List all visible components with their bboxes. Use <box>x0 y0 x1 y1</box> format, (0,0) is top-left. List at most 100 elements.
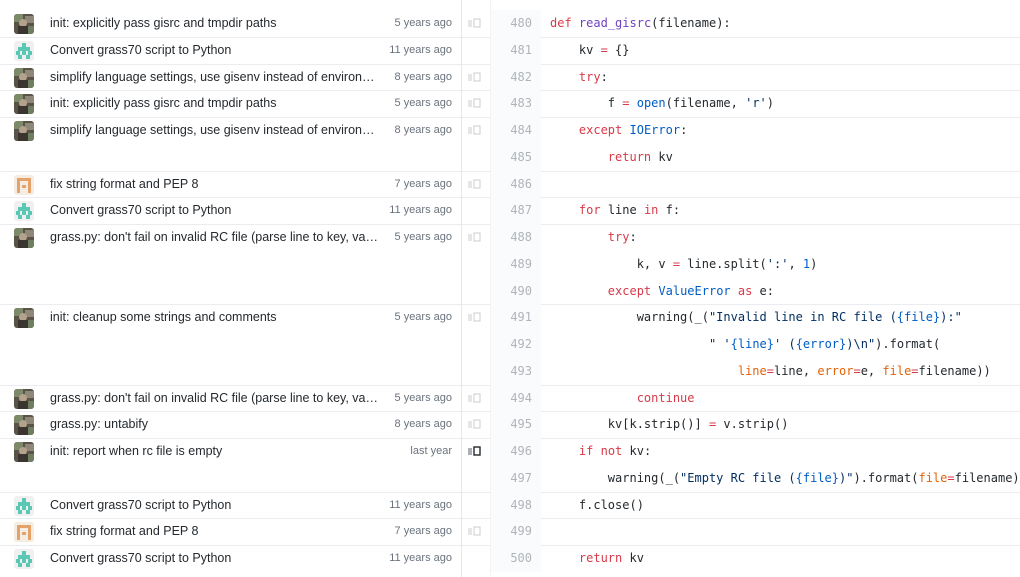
teal-identicon-icon[interactable] <box>14 495 34 516</box>
photo-avatar-icon[interactable] <box>14 14 34 34</box>
line-number[interactable]: 486 <box>491 170 541 198</box>
code-token: "Empty RC file ( <box>680 470 796 485</box>
code-token: = <box>853 363 861 378</box>
photo-avatar-icon[interactable] <box>14 415 34 436</box>
commit-message-link[interactable]: simplify language settings, use gisenv i… <box>50 64 380 91</box>
line-number[interactable]: 495 <box>491 411 541 439</box>
code-token: {file} <box>896 310 941 325</box>
line-number[interactable]: 499 <box>491 518 541 546</box>
line-number[interactable]: 484 <box>491 117 541 144</box>
blame-commit: Convert grass70 script to Python 11 years… <box>0 492 461 519</box>
code-token: line <box>600 203 644 218</box>
commit-message-link[interactable]: Convert grass70 script to Python <box>50 545 380 572</box>
commit-age: 11 years ago <box>389 498 452 511</box>
code-token: (filename, <box>665 96 746 111</box>
blame-commit: simplify language settings, use gisenv i… <box>0 64 461 91</box>
reblame-icon[interactable] <box>468 72 486 83</box>
reblame-icon[interactable] <box>468 419 486 430</box>
line-number[interactable]: 490 <box>491 277 541 305</box>
photo-avatar-icon[interactable] <box>14 121 34 141</box>
photo-avatar-icon[interactable] <box>14 67 34 88</box>
line-number[interactable]: 498 <box>491 491 541 519</box>
commit-age: 11 years ago <box>389 43 452 56</box>
teal-identicon-icon[interactable] <box>14 201 34 222</box>
line-number[interactable]: 500 <box>491 545 541 572</box>
line-number[interactable]: 487 <box>491 197 541 225</box>
reblame-icon[interactable] <box>468 312 486 323</box>
commit-message-link[interactable]: grass.py: don't fail on invalid RC file … <box>50 385 380 412</box>
orange-identicon-icon[interactable] <box>14 174 34 195</box>
code-token: kv <box>622 551 644 565</box>
commit-message-link[interactable]: init: cleanup some strings and comments <box>50 304 380 331</box>
reblame-icon[interactable] <box>468 446 486 457</box>
line-number[interactable]: 494 <box>491 384 541 412</box>
photo-avatar-icon[interactable] <box>14 228 34 248</box>
line-number[interactable]: 483 <box>491 90 541 118</box>
code-line: " '{line}' ({error})\n").format( <box>550 331 940 358</box>
commit-message-link[interactable]: Convert grass70 script to Python <box>50 197 380 224</box>
code-token: kv <box>550 42 601 57</box>
code-token: = <box>600 42 608 57</box>
reblame-icon[interactable] <box>468 526 486 537</box>
teal-identicon-icon[interactable] <box>14 40 34 61</box>
commit-message-link[interactable]: fix string format and PEP 8 <box>50 171 380 198</box>
line-number[interactable]: 489 <box>491 250 541 278</box>
code-line: line=line, error=e, file=filename)) <box>550 358 991 385</box>
line-number[interactable]: 485 <box>491 143 541 171</box>
line-number[interactable]: 481 <box>491 36 541 64</box>
commit-message-link[interactable]: grass.py: don't fail on invalid RC file … <box>50 224 380 251</box>
teal-identicon-icon[interactable] <box>14 549 34 569</box>
commit-message-link[interactable]: init: report when rc file is empty <box>50 438 380 465</box>
line-number[interactable]: 497 <box>491 464 541 492</box>
line-number[interactable]: 491 <box>491 304 541 332</box>
line-number[interactable]: 482 <box>491 63 541 91</box>
line-number[interactable]: 480 <box>491 10 541 37</box>
line-number[interactable]: 488 <box>491 224 541 251</box>
blame-commit: grass.py: untabify 8 years ago <box>0 411 461 438</box>
commit-message-link[interactable]: simplify language settings, use gisenv i… <box>50 117 380 144</box>
photo-avatar-icon[interactable] <box>14 94 34 115</box>
blame-commit: Convert grass70 script to Python 11 years… <box>0 197 461 224</box>
orange-identicon-icon[interactable] <box>14 522 34 543</box>
code-token: ).format( <box>853 470 919 485</box>
code-token: ):" <box>940 310 962 325</box>
code-token: line, <box>773 363 818 378</box>
code-token: if <box>578 444 594 458</box>
photo-avatar-icon[interactable] <box>14 442 34 462</box>
commit-age: 5 years ago <box>394 311 452 324</box>
line-number[interactable]: 496 <box>491 438 541 465</box>
commit-age: 5 years ago <box>394 97 452 110</box>
commit-message-link[interactable]: init: explicitly pass gisrc and tmpdir p… <box>50 10 380 37</box>
commit-age: last year <box>410 445 452 457</box>
line-number[interactable]: 492 <box>491 331 541 358</box>
reblame-icon[interactable] <box>468 18 486 29</box>
commit-message-link[interactable]: Convert grass70 script to Python <box>50 492 380 519</box>
photo-avatar-icon[interactable] <box>14 308 34 329</box>
reblame-icon[interactable] <box>468 98 486 109</box>
commit-message-link[interactable]: init: explicitly pass gisrc and tmpdir p… <box>50 90 380 117</box>
commit-age: 5 years ago <box>394 391 452 404</box>
code-token: warning(_( <box>550 310 709 325</box>
code-token: 'r' <box>745 96 767 111</box>
commit-message-link[interactable]: fix string format and PEP 8 <box>50 518 380 545</box>
blame-line: 492 " '{line}' ({error})\n").format( <box>0 331 1020 358</box>
blame-divider <box>461 0 462 577</box>
photo-avatar-icon[interactable] <box>14 388 34 409</box>
commit-message-link[interactable]: Convert grass70 script to Python <box>50 37 380 64</box>
reblame-icon[interactable] <box>468 393 486 404</box>
reblame-icon[interactable] <box>468 179 486 190</box>
commit-message-link[interactable]: grass.py: untabify <box>50 411 380 438</box>
blame-commit: init: cleanup some strings and comments 5… <box>0 304 461 331</box>
reblame-icon[interactable] <box>468 125 486 136</box>
code-token: k, v <box>550 256 673 271</box>
code-token: file <box>882 363 912 378</box>
commit-age: 8 years ago <box>394 124 452 136</box>
reblame-icon[interactable] <box>468 232 486 243</box>
line-number[interactable]: 493 <box>491 357 541 385</box>
